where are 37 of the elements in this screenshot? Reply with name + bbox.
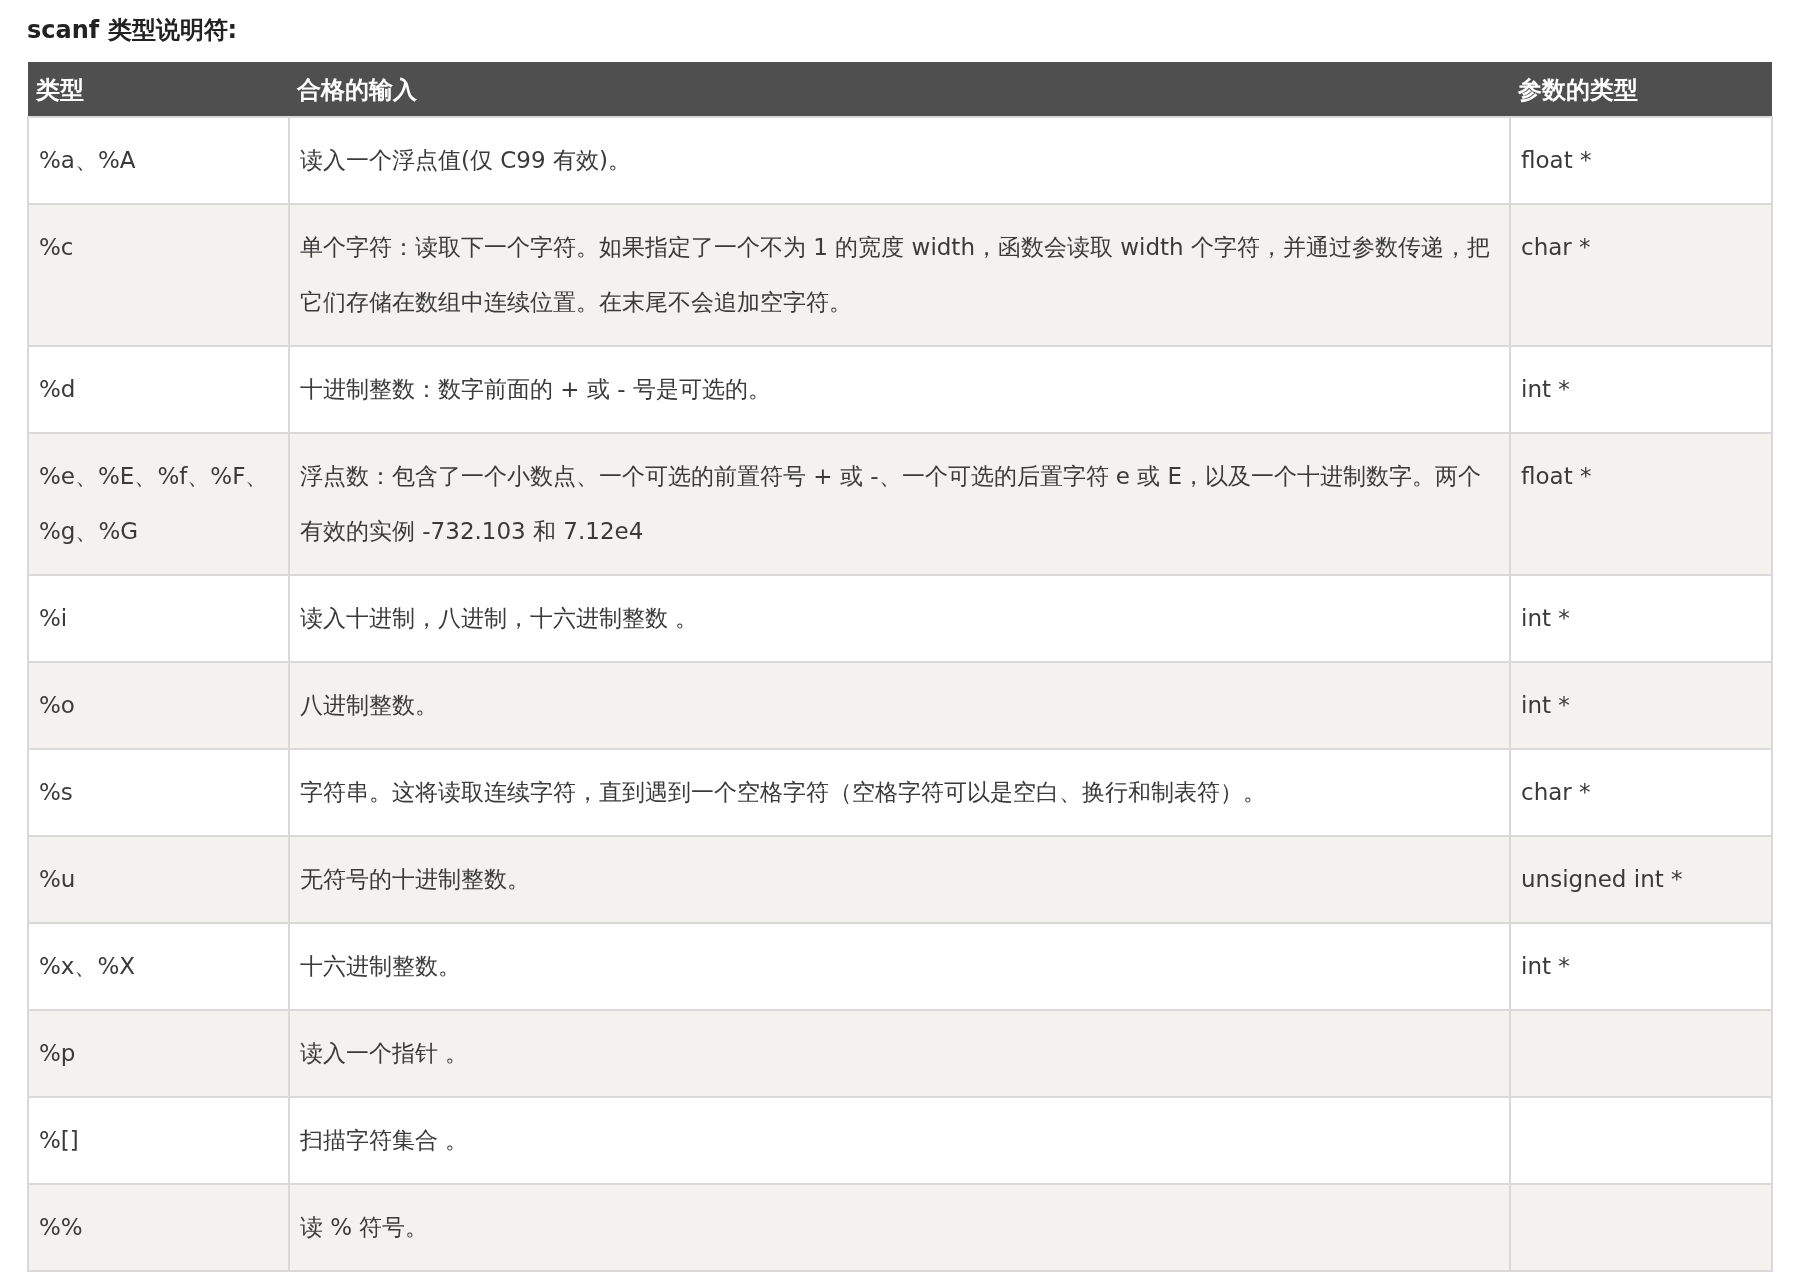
section-title: scanf 类型说明符: xyxy=(27,15,239,46)
table-cell: 单个字符：读取下一个字符。如果指定了一个不为 1 的宽度 width，函数会读取 width 个字符，并通过参数传递，把它们存储在数组中连续位置。在末尾不会追加空字符。 xyxy=(289,204,1510,346)
table-cell: 十进制整数：数字前面的 + 或 - 号是可选的。 xyxy=(289,346,1510,433)
table-cell: %u xyxy=(28,836,289,923)
table-cell: 浮点数：包含了一个小数点、一个可选的前置符号 + 或 -、一个可选的后置字符 e 或 E，以及一个十进制数字。两个有效的实例 -732.103 和 7.12e4 xyxy=(289,433,1510,575)
table-cell: 读入一个浮点值(仅 C99 有效)。 xyxy=(289,117,1510,204)
table-cell: 读入一个指针 。 xyxy=(289,1010,1510,1097)
table-cell: %d xyxy=(28,346,289,433)
table-cell: 字符串。这将读取连续字符，直到遇到一个空格字符（空格字符可以是空白、换行和制表符）。 xyxy=(289,749,1510,836)
table-cell: %[] xyxy=(28,1097,289,1184)
column-header: 合格的输入 xyxy=(289,62,1510,117)
column-header: 类型 xyxy=(28,62,289,117)
table-cell: %s xyxy=(28,749,289,836)
column-header: 参数的类型 xyxy=(1510,62,1772,117)
table-cell: unsigned int * xyxy=(1510,836,1772,923)
table-cell: char * xyxy=(1510,204,1772,346)
table-cell: %p xyxy=(28,1010,289,1097)
table-cell: float * xyxy=(1510,117,1772,204)
table-cell: %i xyxy=(28,575,289,662)
table-cell: int * xyxy=(1510,575,1772,662)
table-cell: %c xyxy=(28,204,289,346)
table-cell: float * xyxy=(1510,433,1772,575)
table-cell: 扫描字符集合 。 xyxy=(289,1097,1510,1184)
table-cell: 八进制整数。 xyxy=(289,662,1510,749)
table-cell: %% xyxy=(28,1184,289,1271)
table-cell: 读 % 符号。 xyxy=(289,1184,1510,1271)
table-cell: %x、%X xyxy=(28,923,289,1010)
table-cell: 读入十进制，八进制，十六进制整数 。 xyxy=(289,575,1510,662)
table-cell: %o xyxy=(28,662,289,749)
table-cell: int * xyxy=(1510,346,1772,433)
table-cell: %a、%A xyxy=(28,117,289,204)
table-cell: char * xyxy=(1510,749,1772,836)
table-cell: 无符号的十进制整数。 xyxy=(289,836,1510,923)
table-cell: %e、%E、%f、%F、%g、%G xyxy=(28,433,289,575)
table-cell: int * xyxy=(1510,662,1772,749)
table-cell: int * xyxy=(1510,923,1772,1010)
table-cell: 十六进制整数。 xyxy=(289,923,1510,1010)
